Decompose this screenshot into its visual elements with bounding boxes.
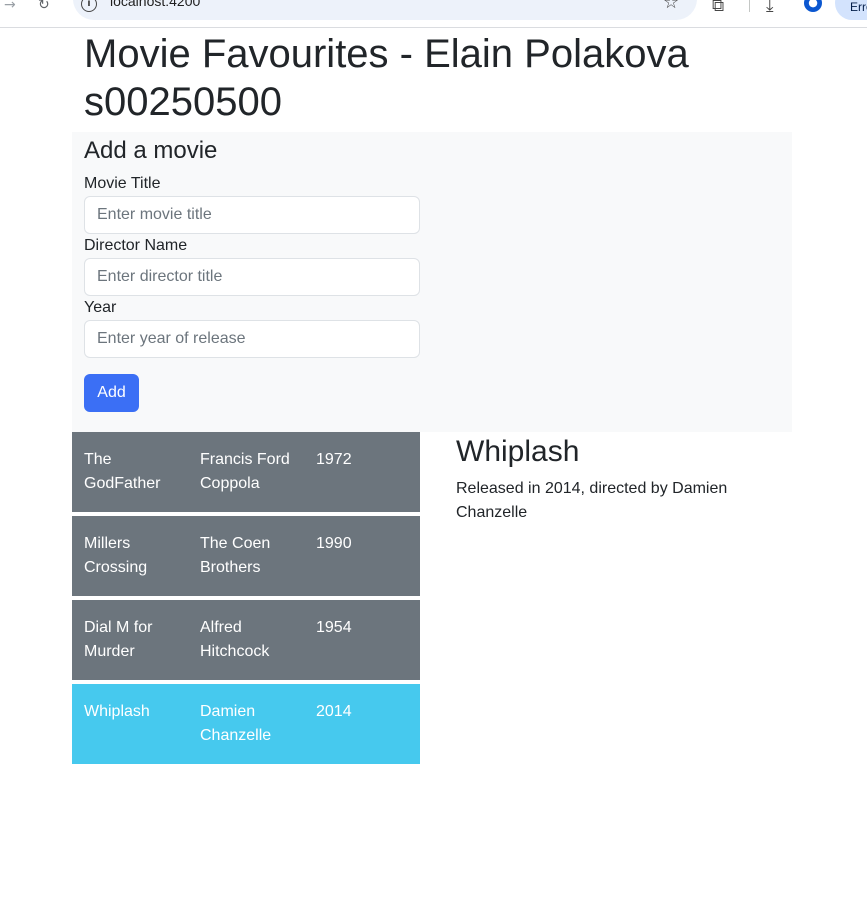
movie-title-cell: Whiplash <box>84 703 150 720</box>
movie-detail: Whiplash Released in 2014, directed by D… <box>456 432 776 525</box>
movie-director-cell: Damien Chanzelle <box>200 703 272 744</box>
movie-director-cell: Alfred Hitchcock <box>200 619 270 660</box>
movie-year-cell: 1954 <box>316 619 352 636</box>
app-container: Movie Favourites - Elain Polakova s00250… <box>72 28 792 772</box>
movie-year-cell: 1990 <box>316 535 352 552</box>
detail-description: Released in 2014, directed by Damien Cha… <box>456 480 728 521</box>
add-button[interactable]: Add <box>84 374 139 412</box>
movies-section: The GodFather Francis Ford Coppola 1972 … <box>72 432 792 772</box>
movie-title-input[interactable] <box>84 196 420 234</box>
movie-year-cell: 1972 <box>316 451 352 468</box>
back-arrow-icon[interactable]: → <box>4 0 16 12</box>
site-info-icon[interactable]: i <box>81 0 97 12</box>
address-bar[interactable]: i localhost:4200 ☆ <box>73 0 697 20</box>
director-name-input[interactable] <box>84 258 420 296</box>
bookmark-star-icon[interactable]: ☆ <box>663 0 679 13</box>
movie-row[interactable]: The GodFather Francis Ford Coppola 1972 <box>72 432 420 512</box>
movie-row-selected[interactable]: Whiplash Damien Chanzelle 2014 <box>72 684 420 764</box>
movie-year-cell: 2014 <box>316 703 352 720</box>
movie-director-cell: Francis Ford Coppola <box>200 451 290 492</box>
profile-status-pill[interactable]: Error <box>835 0 867 20</box>
movie-title-label: Movie Title <box>84 175 161 192</box>
page-title: Movie Favourites - Elain Polakova s00250… <box>84 32 689 124</box>
movie-row[interactable]: Millers Crossing The Coen Brothers 1990 <box>72 516 420 596</box>
reload-icon[interactable]: ↻ <box>38 0 50 12</box>
profile-avatar-icon[interactable]: ● <box>804 0 822 12</box>
extensions-icon[interactable]: ⧉ <box>712 0 724 16</box>
add-movie-form: Add a movie Movie Title Director Name Ye… <box>72 132 792 432</box>
detail-title: Whiplash <box>456 435 580 468</box>
browser-toolbar: → ↻ i localhost:4200 ☆ ⧉ ⤓ ● Error <box>0 0 867 28</box>
download-icon[interactable]: ⤓ <box>766 0 774 16</box>
url-text: localhost:4200 <box>110 0 201 9</box>
director-name-label: Director Name <box>84 237 188 254</box>
year-input[interactable] <box>84 320 420 358</box>
year-label: Year <box>84 299 117 316</box>
movie-title-cell: Millers Crossing <box>84 535 148 576</box>
movie-title-cell: The GodFather <box>84 451 161 492</box>
movie-row[interactable]: Dial M for Murder Alfred Hitchcock 1954 <box>72 600 420 680</box>
movie-title-cell: Dial M for Murder <box>84 619 153 660</box>
form-heading: Add a movie <box>84 137 218 164</box>
movie-director-cell: The Coen Brothers <box>200 535 271 576</box>
movie-list: The GodFather Francis Ford Coppola 1972 … <box>72 432 420 768</box>
toolbar-divider <box>749 0 750 12</box>
